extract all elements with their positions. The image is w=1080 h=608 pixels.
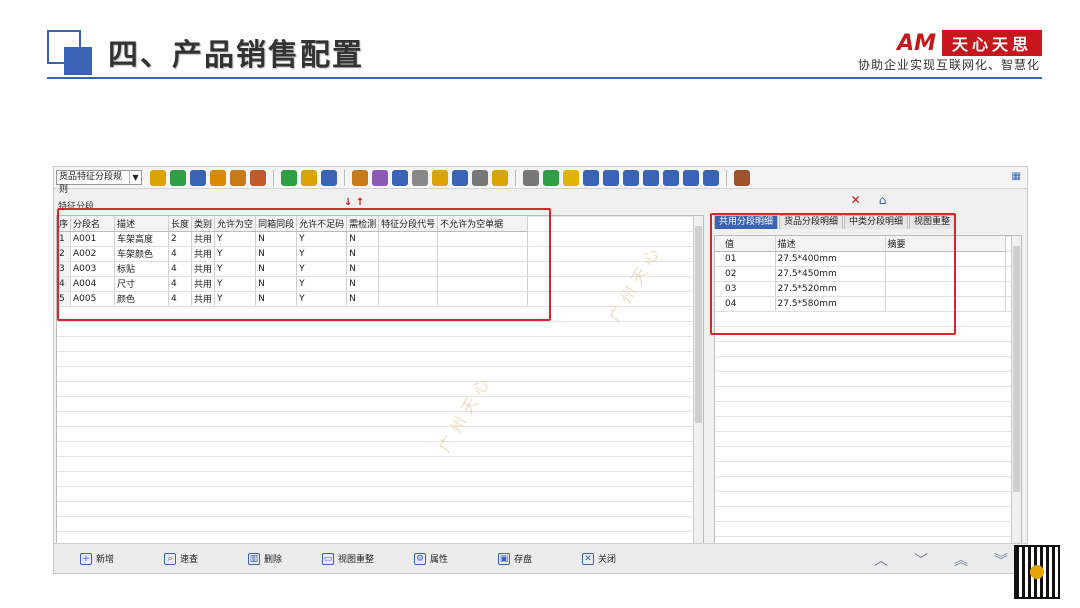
home-icon[interactable]	[250, 169, 266, 186]
toolbar-separator	[273, 169, 274, 186]
layout-icon[interactable]: ▦	[1012, 171, 1021, 182]
close-box-icon[interactable]	[683, 169, 699, 186]
button-label: 存盘	[514, 555, 533, 565]
quick-search-icon: ⌕	[164, 552, 176, 565]
lock-icon[interactable]	[210, 169, 226, 186]
brand-logo-mark: AM	[897, 30, 936, 56]
toolbar-separator	[344, 169, 345, 186]
info-icon[interactable]	[452, 169, 468, 186]
toolbar-separator	[726, 169, 727, 186]
computer-icon[interactable]	[190, 169, 206, 186]
bell-icon[interactable]	[563, 169, 579, 186]
button-label: 速查	[180, 555, 199, 565]
title-decoration-fill	[64, 47, 92, 75]
slide-title: 四、产品销售配置	[108, 38, 364, 73]
toolbar-icons	[150, 169, 750, 186]
refresh-icon[interactable]	[643, 169, 659, 186]
add-button[interactable]: + 新增	[80, 552, 114, 565]
abc-icon[interactable]	[150, 169, 166, 186]
add-icon: +	[80, 552, 92, 565]
button-label: 关闭	[598, 555, 617, 565]
delete-button[interactable]: ▥ 删除	[248, 552, 282, 565]
people-icon[interactable]	[372, 169, 388, 186]
annotation-box-segments	[57, 208, 551, 321]
cart-icon[interactable]	[321, 169, 337, 186]
clipboard-icon[interactable]	[352, 169, 368, 186]
properties-icon: ⚙	[414, 552, 426, 565]
search-icon[interactable]	[583, 169, 599, 186]
brand-slogan: 协助企业实现互联网化、智慧化	[857, 58, 1040, 72]
money-bag-icon[interactable]	[301, 169, 317, 186]
save-button[interactable]: ▣ 存盘	[498, 552, 532, 565]
brand-logo-group: AM 天心天思	[897, 30, 1042, 56]
rule-select-value: 货品特征分段规则	[59, 172, 123, 195]
double-chevron-down-icon[interactable]: ︾	[994, 550, 1008, 570]
properties-button[interactable]: ⚙ 属性	[414, 552, 448, 565]
view-reset-button[interactable]: ▭ 视图重整	[322, 552, 374, 565]
button-label: 删除	[264, 555, 283, 565]
save-icon: ▣	[498, 552, 510, 565]
toolbar-separator	[515, 169, 516, 186]
folder-icon[interactable]	[492, 169, 508, 186]
toolbar: 货品特征分段规则 ▼ ▦	[54, 167, 1027, 195]
book-icon[interactable]	[734, 169, 750, 186]
briefcase-icon[interactable]	[230, 169, 246, 186]
close-button[interactable]: ✕ 关闭	[582, 552, 616, 565]
monitor-icon[interactable]	[623, 169, 639, 186]
phone-icon[interactable]	[170, 169, 186, 186]
document-icon[interactable]	[472, 169, 488, 186]
close-icon: ✕	[582, 552, 594, 565]
check-icon[interactable]	[543, 169, 559, 186]
vertical-scrollbar[interactable]	[1011, 236, 1021, 544]
quick-search-button[interactable]: ⌕ 速查	[164, 552, 198, 565]
view-reset-icon: ▭	[322, 552, 334, 565]
title-divider	[47, 77, 1042, 79]
org-chart-icon[interactable]	[603, 169, 619, 186]
dollar-icon[interactable]	[281, 169, 297, 186]
window-icon[interactable]	[663, 169, 679, 186]
help-icon[interactable]	[412, 169, 428, 186]
qr-code	[1014, 545, 1060, 599]
chevron-down-icon[interactable]: ﹀	[914, 550, 928, 570]
button-label: 视图重整	[338, 555, 375, 565]
image-icon[interactable]	[703, 169, 719, 186]
camera-icon[interactable]: ⌂	[879, 193, 887, 207]
detail-actions: ✕ ⌂	[712, 193, 1025, 207]
mail-icon[interactable]	[432, 169, 448, 186]
chevron-down-icon: ▼	[129, 171, 141, 184]
delete-icon: ▥	[248, 552, 260, 565]
delete-icon[interactable]: ✕	[851, 193, 861, 207]
button-label: 属性	[430, 555, 449, 565]
brand-name: 天心天思	[941, 30, 1042, 56]
move-up-down-icons[interactable]: ↓ ↑	[344, 197, 364, 208]
chevron-up-icon[interactable]: ︿	[874, 550, 888, 570]
vertical-scrollbar[interactable]	[693, 216, 703, 544]
rule-select[interactable]: 货品特征分段规则 ▼	[56, 170, 142, 195]
bottom-action-bar: + 新增 ⌕ 速查 ▥ 删除 ▭ 视图重整 ⚙ 属性 ▣ 存盘 ✕ 关闭 ︿ ﹀ ︽ ︾	[54, 543, 1027, 573]
edit-icon[interactable]	[392, 169, 408, 186]
double-chevron-up-icon[interactable]: ︽	[954, 550, 968, 570]
copy-icon[interactable]	[523, 169, 539, 186]
button-label: 新增	[96, 555, 115, 565]
annotation-box-details	[710, 213, 956, 335]
